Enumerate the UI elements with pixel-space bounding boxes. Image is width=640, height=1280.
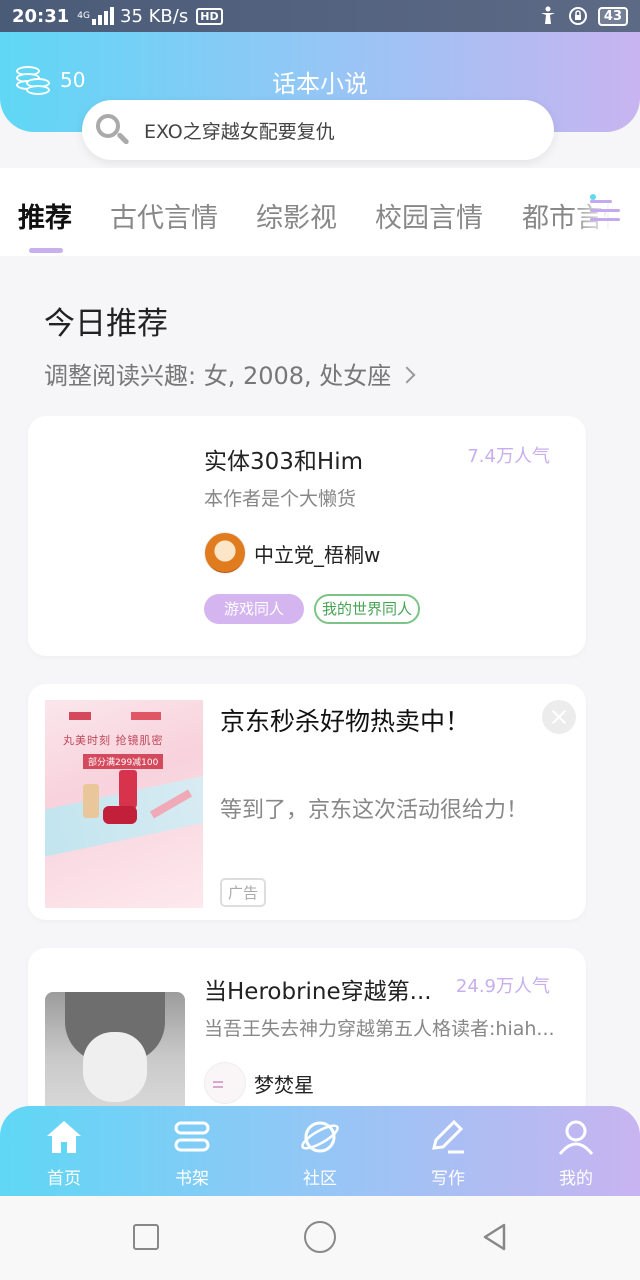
pen-icon <box>432 1119 464 1154</box>
nav-bookshelf-label: 书架 <box>175 1169 209 1189</box>
book-title: 实体303和Him <box>204 449 363 475</box>
back-icon[interactable] <box>480 1222 510 1252</box>
nav-write-label: 写作 <box>431 1169 465 1189</box>
author-name: 梦焚星 <box>254 1072 314 1097</box>
network-speed: 35 KB/s <box>120 5 189 27</box>
author-row[interactable]: 梦焚星 <box>204 1062 314 1104</box>
ad-image-offer: 部分满299减100 <box>83 754 164 769</box>
avatar <box>204 1062 246 1104</box>
nav-profile[interactable]: 我的 <box>512 1106 640 1196</box>
search-bar[interactable]: EXO之穿越女配要复仇 <box>82 100 554 160</box>
battery-icon: 43 <box>597 6 628 26</box>
book-description: 当吾王失去神力穿越第五人格读者:hiah... <box>204 1018 555 1040</box>
tag-minecraft-fanfic[interactable]: 我的世界同人 <box>314 594 421 624</box>
tag-game-fanfic[interactable]: 游戏同人 <box>204 594 305 624</box>
status-time: 20:31 <box>12 5 70 27</box>
ad-card[interactable]: 丸美时刻 抢镜肌密 部分满299减100 京东秒杀好物热卖中！ 等到了，京东这次… <box>28 684 586 920</box>
bookshelf-icon <box>174 1121 210 1152</box>
search-icon <box>94 112 130 148</box>
nav-home[interactable]: 首页 <box>0 1106 128 1196</box>
book-card[interactable]: 实体303和Him 7.4万人气 本作者是个大懒货 中立党_梧桐w 游戏同人 我… <box>28 416 586 656</box>
bottom-nav: 首页 书架 社区 写作 我的 <box>0 1106 640 1196</box>
tab-recommend[interactable]: 推荐 <box>18 196 72 235</box>
status-bar: 20:31 4G 35 KB/s HD 43 <box>0 0 640 32</box>
lock-rotation-icon <box>568 7 587 25</box>
planet-icon <box>301 1121 339 1153</box>
nav-community-label: 社区 <box>303 1169 337 1189</box>
author-row[interactable]: 中立党_梧桐w <box>204 532 380 574</box>
reading-interest-text: 调整阅读兴趣: 女, 2008, 处女座 <box>44 362 392 390</box>
book-description: 本作者是个大懒货 <box>204 488 357 510</box>
category-tabs: 推荐 古代言情 综影视 校园言情 都市言情 <box>0 168 640 256</box>
ad-image[interactable]: 丸美时刻 抢镜肌密 部分满299减100 <box>45 700 203 908</box>
active-tab-indicator <box>29 248 63 253</box>
tab-film-tv[interactable]: 综影视 <box>256 196 337 235</box>
hd-icon: HD <box>196 7 223 25</box>
home-icon <box>47 1121 81 1153</box>
book-title: 当Herobrine穿越第... <box>204 979 432 1005</box>
nav-home-label: 首页 <box>47 1169 81 1189</box>
nav-write[interactable]: 写作 <box>384 1106 512 1196</box>
book-cover[interactable] <box>45 992 185 1118</box>
chevron-right-icon <box>398 366 416 384</box>
section-title: 今日推荐 <box>44 306 168 342</box>
tag-list: 游戏同人 我的世界同人 <box>204 594 421 624</box>
network-type: 4G <box>77 11 90 21</box>
book-popularity: 24.9万人气 <box>455 976 550 997</box>
accessibility-icon <box>540 6 555 24</box>
tab-campus-romance[interactable]: 校园言情 <box>375 196 483 235</box>
book-popularity: 7.4万人气 <box>467 446 550 467</box>
home-button-icon[interactable] <box>304 1221 336 1253</box>
nav-profile-label: 我的 <box>559 1169 593 1189</box>
system-nav-bar <box>0 1196 640 1280</box>
nav-community[interactable]: 社区 <box>256 1106 384 1196</box>
author-name: 中立党_梧桐w <box>254 542 381 567</box>
nav-bookshelf[interactable]: 书架 <box>128 1106 256 1196</box>
ad-title: 京东秒杀好物热卖中！ <box>220 707 471 736</box>
category-menu-icon[interactable] <box>590 194 620 224</box>
reading-interest-link[interactable]: 调整阅读兴趣: 女, 2008, 处女座 <box>44 356 416 391</box>
signal-icon <box>92 7 114 25</box>
book-card[interactable]: 当Herobrine穿越第... 24.9万人气 当吾王失去神力穿越第五人格读者… <box>28 948 586 1118</box>
ad-image-text: 丸美时刻 抢镜肌密 <box>63 734 164 747</box>
ad-badge: 广告 <box>220 878 267 907</box>
tab-ancient-romance[interactable]: 古代言情 <box>110 196 218 235</box>
ad-subtitle: 等到了，京东这次活动很给力！ <box>220 798 529 823</box>
close-icon[interactable] <box>542 700 576 734</box>
avatar <box>204 532 246 574</box>
recent-apps-icon[interactable] <box>133 1224 159 1250</box>
app-title: 话本小说 <box>272 70 368 98</box>
user-icon <box>558 1120 594 1155</box>
search-placeholder: EXO之穿越女配要复仇 <box>144 120 335 143</box>
